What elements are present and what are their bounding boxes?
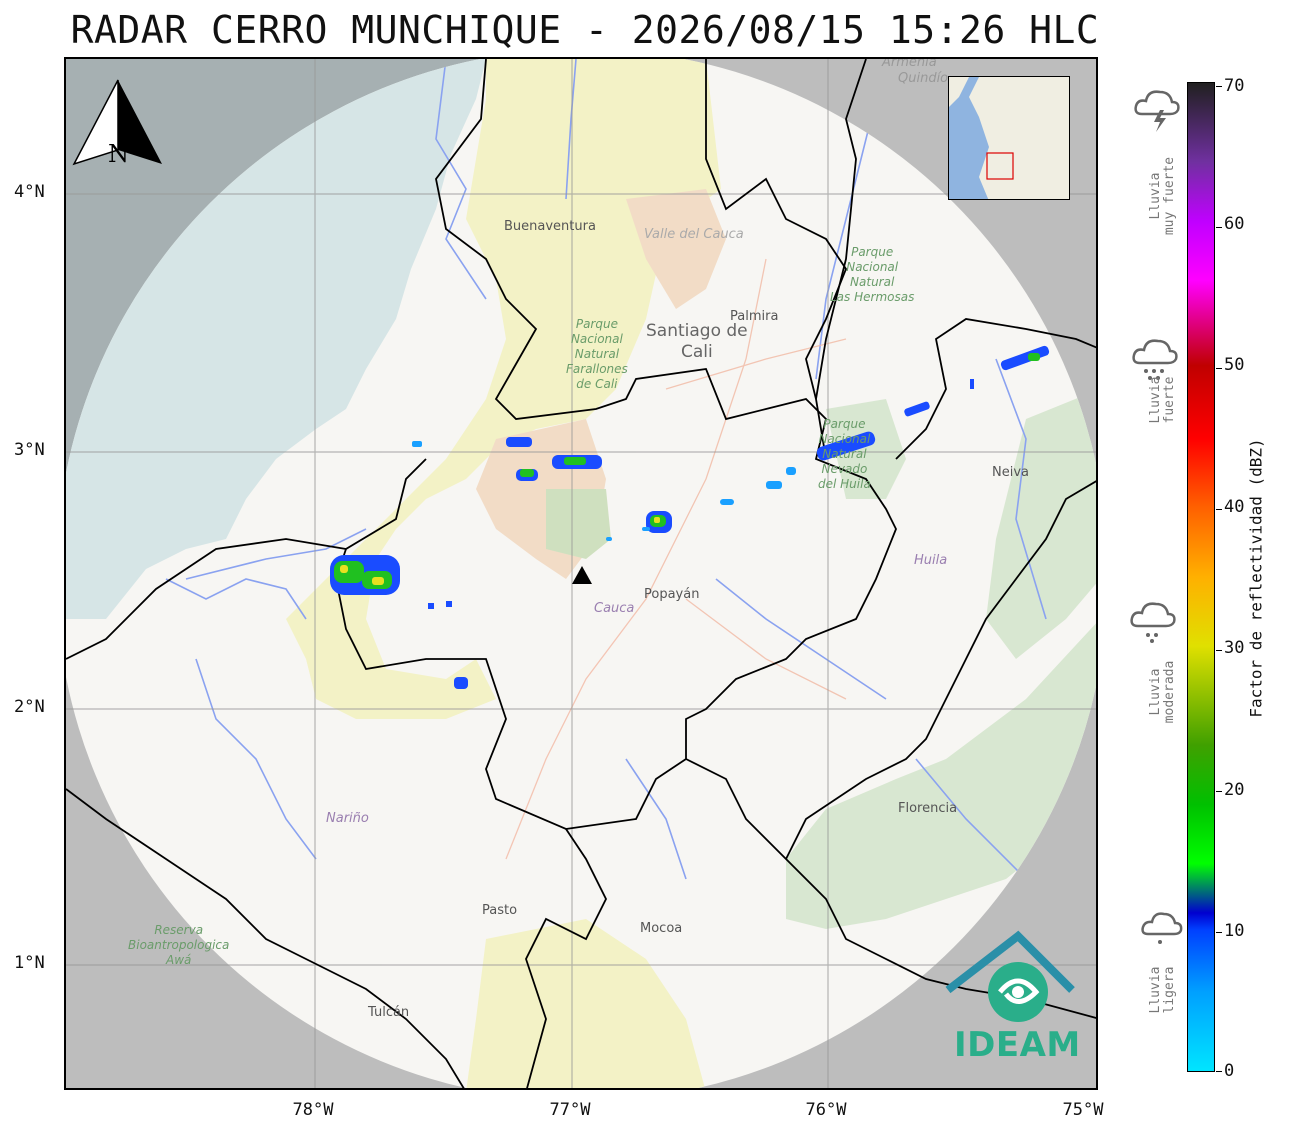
lat-label-3n: 3°N <box>14 440 45 460</box>
label-cauca: Cauca <box>594 601 635 616</box>
lon-label-75w: 75°W <box>1062 1100 1104 1120</box>
lat-label-4n: 4°N <box>14 182 45 202</box>
lon-label-78w: 78°W <box>292 1100 334 1120</box>
cb-label-10: 10 <box>1224 921 1245 941</box>
label-hermosas: Parque Nacional Natural Las Hermosas <box>830 245 915 304</box>
cb-tick <box>1216 791 1222 792</box>
lat-label-1n: 1°N <box>14 953 45 973</box>
cb-label-70: 70 <box>1224 76 1245 96</box>
heavy-rain-icon <box>1132 339 1178 380</box>
label-armenia: Armenia <box>882 57 937 70</box>
cb-tick <box>1216 368 1222 369</box>
ideam-logo-text: IDEAM <box>954 1025 1081 1065</box>
lat-label-2n: 2°N <box>14 697 45 717</box>
intensity-ligera: Lluvia ligera <box>1148 966 1177 1014</box>
label-cali: Santiago de Cali <box>646 321 748 362</box>
label-valle: Valle del Cauca <box>644 227 744 242</box>
north-arrow: N <box>72 78 164 174</box>
cb-tick <box>1216 86 1222 87</box>
cb-tick <box>1216 1071 1222 1072</box>
reflectivity-colorbar <box>1187 82 1215 1072</box>
page-title: RADAR CERRO MUNCHIQUE - 2026/08/15 15:26… <box>70 8 1100 52</box>
cb-label-20: 20 <box>1224 780 1245 800</box>
cb-label-40: 40 <box>1224 497 1245 517</box>
light-rain-icon <box>1141 912 1183 944</box>
label-huila: Huila <box>914 553 948 568</box>
thunderstorm-icon <box>1134 90 1180 132</box>
label-nevado: Parque Nacional Natural Nevado del Huila <box>818 417 871 491</box>
label-farallones: Parque Nacional Natural Farallones de Ca… <box>566 317 628 391</box>
cb-tick <box>1216 509 1222 510</box>
cb-tick <box>1216 932 1222 933</box>
label-neiva: Neiva <box>992 465 1029 480</box>
cb-tick <box>1216 227 1222 228</box>
intensity-moderada: Lluvia moderada <box>1148 660 1177 724</box>
north-label: N <box>108 140 129 168</box>
label-narino: Nariño <box>326 811 369 826</box>
label-tulcan: Tulcán <box>368 1005 410 1020</box>
lon-label-77w: 77°W <box>549 1100 591 1120</box>
cb-label-50: 50 <box>1224 355 1245 375</box>
label-florencia: Florencia <box>898 801 958 816</box>
label-awa: Reserva Bioantropologica Awá <box>128 923 230 967</box>
label-pasto: Pasto <box>482 903 518 918</box>
cb-label-60: 60 <box>1224 214 1245 234</box>
cb-tick <box>1216 650 1222 651</box>
ideam-logo-icon <box>945 930 1075 1022</box>
label-quindio: Quindío <box>898 71 949 86</box>
lon-label-76w: 76°W <box>805 1100 847 1120</box>
label-popayan: Popayán <box>644 587 700 602</box>
colorbar-title: Factor de reflectividad (dBZ) <box>1246 438 1266 718</box>
moderate-rain-icon <box>1130 602 1176 643</box>
cb-label-30: 30 <box>1224 638 1245 658</box>
cb-label-0: 0 <box>1224 1061 1235 1081</box>
inset-map <box>948 76 1070 200</box>
inset-map-canvas <box>949 77 1069 199</box>
label-buenaventura: Buenaventura <box>504 219 596 234</box>
intensity-muy-fuerte: Lluvia muy fuerte <box>1148 156 1177 236</box>
intensity-fuerte: Lluvia fuerte <box>1148 376 1177 424</box>
label-mocoa: Mocoa <box>640 921 683 936</box>
